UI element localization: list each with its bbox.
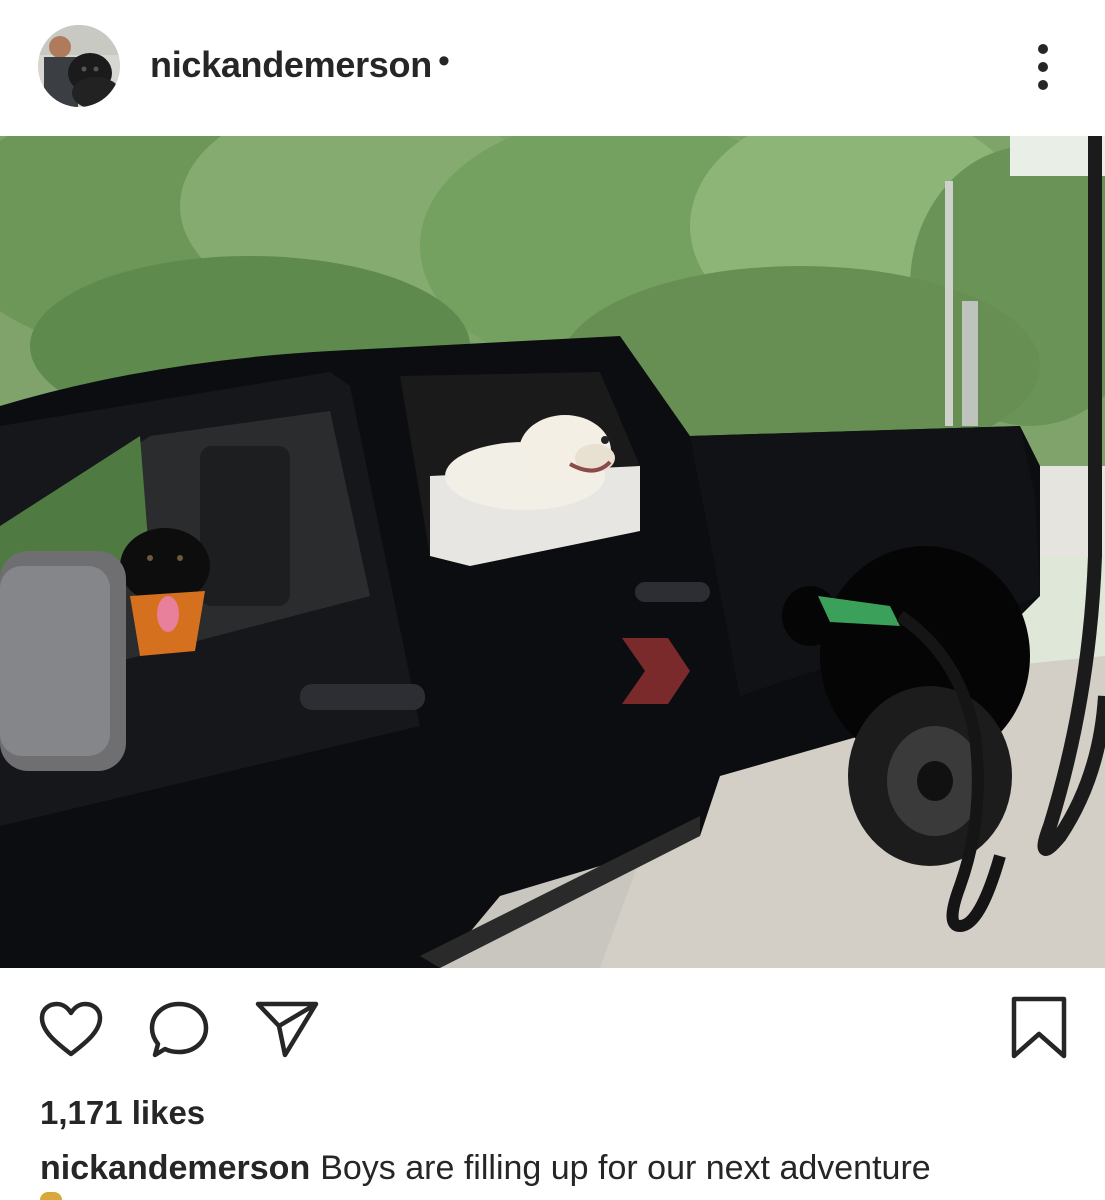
comment-icon[interactable] — [147, 1000, 211, 1065]
avatar[interactable] — [38, 25, 120, 107]
emoji-icon — [40, 1192, 62, 1200]
share-icon[interactable] — [254, 1000, 320, 1063]
post-caption: nickandemerson Boys are filling up for ou… — [40, 1149, 931, 1188]
action-bar — [0, 968, 1105, 1078]
separator-dot: • — [438, 42, 450, 80]
more-vertical-icon[interactable] — [1030, 42, 1056, 92]
post-photo[interactable] — [0, 136, 1105, 968]
bookmark-icon[interactable] — [1010, 996, 1068, 1065]
caption-text: Boys are filling up for our next adventu… — [320, 1149, 931, 1187]
likes-count[interactable]: 1,171 likes — [40, 1094, 205, 1132]
post-header: nickandemerson • — [0, 0, 1105, 136]
post-username[interactable]: nickandemerson — [150, 44, 432, 86]
caption-username[interactable]: nickandemerson — [40, 1149, 310, 1187]
heart-icon[interactable] — [38, 1000, 104, 1063]
